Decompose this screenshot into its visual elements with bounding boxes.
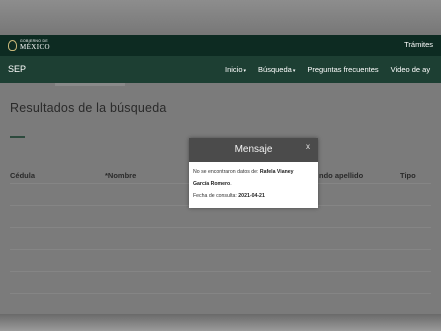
browser-screenshot: GOBIERNO DE MÉXICO Trámites SEP Inicio B…: [0, 0, 441, 331]
nav-item-preguntas-frecuentes[interactable]: Preguntas frecuentes: [307, 65, 378, 74]
dialog-header: Mensaje x: [189, 138, 318, 162]
title-underline: [10, 136, 25, 138]
table-row: [10, 293, 431, 315]
tramites-link[interactable]: Trámites: [404, 40, 433, 49]
query-date-label: Fecha de consulta:: [193, 193, 237, 199]
searched-name-line: García Romero.: [193, 181, 232, 187]
main-nav: Inicio Búsqueda Preguntas frecuentes Vid…: [225, 65, 430, 74]
dialog-body: No se encontraron datos de: Rafela Viane…: [189, 162, 318, 202]
query-date-line: Fecha de consulta: 2021-04-21: [193, 190, 314, 202]
table-row: [10, 249, 431, 271]
tab-indicator: [55, 83, 125, 86]
nav-item-busqueda[interactable]: Búsqueda: [258, 65, 295, 74]
query-date-value: 2021-04-21: [238, 193, 265, 199]
table-row: [10, 227, 431, 249]
column-header-tipo[interactable]: Tipo: [400, 171, 416, 180]
gobierno-de-mexico-logo[interactable]: GOBIERNO DE MÉXICO: [8, 39, 50, 52]
blurred-footer-area: [0, 314, 441, 331]
sep-brand-link[interactable]: SEP: [8, 64, 26, 74]
logo-text: GOBIERNO DE MÉXICO: [20, 40, 50, 51]
nav-item-video-de-ayuda[interactable]: Video de ay: [391, 65, 430, 74]
page-title: Resultados de la búsqueda: [10, 101, 167, 115]
column-header-nombre[interactable]: *Nombre: [105, 171, 136, 180]
message-dialog: Mensaje x No se encontraron datos de: Ra…: [189, 138, 318, 208]
government-top-bar: GOBIERNO DE MÉXICO Trámites: [0, 35, 441, 56]
close-icon[interactable]: x: [306, 142, 310, 151]
not-found-message: No se encontraron datos de: Rafela Viane…: [193, 166, 314, 178]
sep-navbar: SEP Inicio Búsqueda Preguntas frecuentes…: [0, 56, 441, 83]
searched-name-second: García Romero: [193, 181, 231, 187]
blurred-header-area: [0, 0, 441, 35]
message-prefix: No se encontraron datos de:: [193, 169, 259, 175]
column-header-cedula[interactable]: Cédula: [10, 171, 35, 180]
table-row: [10, 271, 431, 293]
table-row: [10, 205, 431, 227]
logo-big-text: MÉXICO: [20, 42, 51, 51]
column-header-segundo-apellido[interactable]: ndo apellido: [319, 171, 363, 180]
nav-item-inicio[interactable]: Inicio: [225, 65, 246, 74]
dialog-title: Mensaje: [234, 144, 273, 155]
eagle-seal-icon: [8, 40, 17, 51]
searched-name-first: Rafela Vianey: [259, 169, 294, 175]
